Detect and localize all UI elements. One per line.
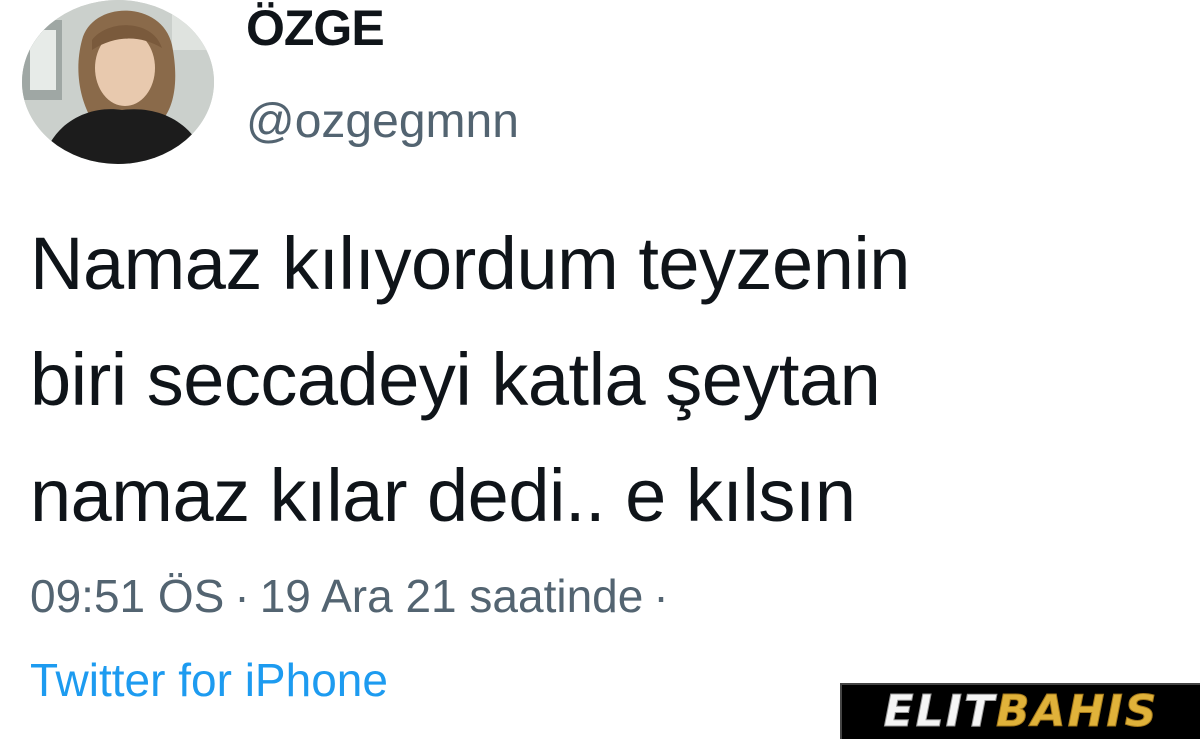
- tweet-date[interactable]: 19 Ara 21 saatinde: [260, 570, 644, 622]
- watermark-text: ELITBAHIS: [883, 689, 1159, 734]
- tweet-meta: 09:51 ÖS · 19 Ara 21 saatinde ·: [30, 566, 679, 626]
- meta-separator: ·: [234, 570, 250, 622]
- tweet-line: biri seccadeyi katla şeytan: [30, 338, 881, 421]
- avatar[interactable]: [22, 0, 214, 164]
- tweet-line: namaz kılar dedi.. e kılsın: [30, 454, 856, 537]
- tweet-time[interactable]: 09:51 ÖS: [30, 570, 224, 622]
- tweet-text: Namaz kılıyordum teyzenin biri seccadeyi…: [30, 206, 1180, 554]
- tweet-source-link[interactable]: Twitter for iPhone: [30, 650, 388, 710]
- tweet-line: Namaz kılıyordum teyzenin: [30, 222, 910, 305]
- watermark-part1: ELIT: [883, 686, 996, 737]
- watermark-logo: ELITBAHIS: [840, 683, 1200, 739]
- watermark-part2: BAHIS: [995, 686, 1159, 737]
- author-handle[interactable]: @ozgegmnn: [246, 92, 519, 152]
- meta-trailing-separator: ·: [653, 570, 669, 622]
- author-display-name[interactable]: ÖZGE: [246, 0, 385, 60]
- avatar-photo: [22, 0, 214, 164]
